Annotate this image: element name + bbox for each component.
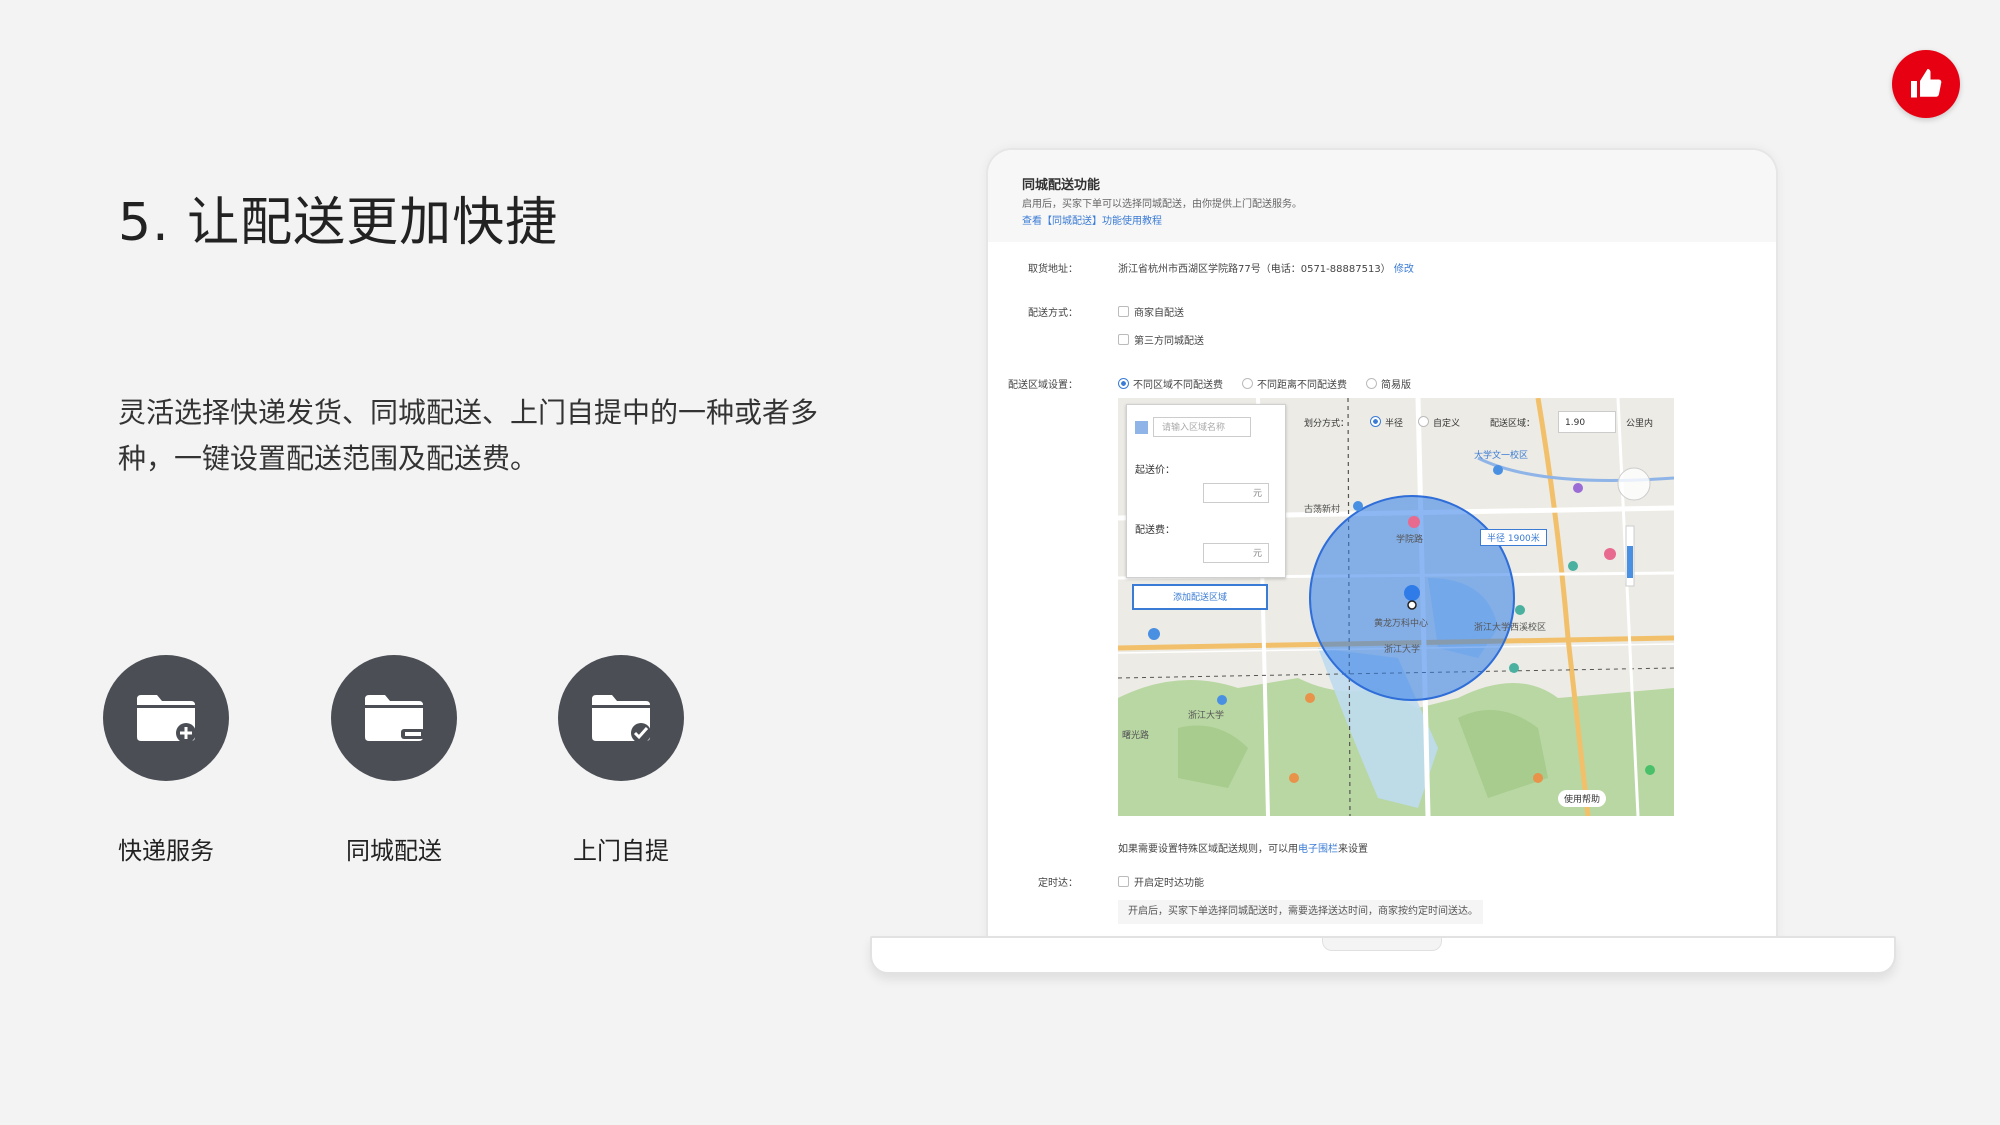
tutorial-link[interactable]: 查看【同城配送】功能使用教程 [1022,212,1162,227]
map-place-label: 浙江大学 [1188,711,1225,721]
screen-title: 同城配送功能 [1022,178,1101,193]
mode-label: 划分方式： [1304,419,1350,429]
address-label: 取货地址： [1028,264,1078,275]
folder-check-icon [592,695,651,743]
checkbox[interactable] [1118,306,1129,317]
radio[interactable] [1366,378,1377,389]
checkbox[interactable] [1118,334,1129,345]
address-value: 浙江省杭州市西湖区学院路77号（电话：0571-88887513） [1118,264,1391,275]
option-label: 简易版 [1381,380,1411,391]
zone-edit-panel: 请输入区域名称 起送价： 元 配送费： 元 [1126,404,1286,578]
feature-pickup[interactable]: 上门自提 [521,655,721,866]
laptop-notch [1322,938,1442,951]
radio-selected[interactable] [1118,378,1129,389]
page-title: 5. 让配送更加快捷 [118,193,559,253]
km-unit: 公里内 [1626,419,1654,429]
feature-circle [331,655,457,781]
fence-note: 如果需要设置特殊区域配送规则，可以用电子围栏来设置 [1118,840,1368,855]
option-label: 自定义 [1433,419,1461,429]
note-text: 如果需要设置特殊区域配送规则，可以用 [1118,844,1298,855]
mode-radius-option[interactable]: 半径 [1370,416,1403,429]
add-zone-button[interactable]: 添加配送区域 [1132,584,1268,610]
address-row: 浙江省杭州市西湖区学院路77号（电话：0571-88887513） 修改 [1118,260,1414,275]
third-party-delivery-option[interactable]: 第三方同城配送 [1118,332,1204,347]
zone-color-swatch[interactable] [1135,421,1148,434]
like-badge [1892,50,1960,118]
map-place-label: 大学文一校区 [1474,451,1529,461]
map-help-button[interactable]: 使用帮助 [1558,790,1607,807]
feature-circle [103,655,229,781]
option-label: 第三方同城配送 [1134,336,1204,347]
zone-option-by-distance[interactable]: 不同距离不同配送费 [1242,376,1347,391]
map-place-label: 古荡新村 [1304,505,1341,515]
feature-local-delivery[interactable]: 同城配送 [294,655,494,866]
feature-express[interactable]: 快递服务 [66,655,266,866]
min-price-label: 起送价： [1135,465,1175,476]
zone-label: 配送区域： [1490,419,1536,429]
note-text: 来设置 [1338,844,1368,855]
option-label: 半径 [1385,419,1404,429]
address-edit-link[interactable]: 修改 [1394,264,1414,275]
screen-header: 同城配送功能 启用后，买家下单可以选择同城配送，由你提供上门配送服务。 查看【同… [988,150,1776,242]
option-label: 不同距离不同配送费 [1257,380,1347,391]
zone-option-simple[interactable]: 简易版 [1366,376,1411,391]
page-description: 灵活选择快递发货、同城配送、上门自提中的一种或者多种，一键设置配送范围及配送费。 [118,396,819,475]
map-place-label: 曙光路 [1122,731,1150,741]
fee-input[interactable]: 元 [1203,543,1269,563]
radio[interactable] [1418,416,1429,427]
radius-km-input[interactable]: 1.90 [1558,411,1616,433]
delivery-method-label: 配送方式： [1028,308,1078,319]
mode-custom-option[interactable]: 自定义 [1418,416,1460,429]
option-label: 商家自配送 [1134,308,1184,319]
map-place-label: 学院路 [1396,535,1424,545]
folder-minus-icon [365,695,425,741]
fence-tool-link[interactable]: 电子围栏 [1298,844,1338,855]
option-label: 开启定时达功能 [1134,878,1204,889]
radio-selected[interactable] [1370,416,1381,427]
zone-option-by-area[interactable]: 不同区域不同配送费 [1118,376,1223,391]
feature-label: 上门自提 [573,837,669,865]
zone-settings-label: 配送区域设置： [1008,380,1078,391]
laptop-screen: 同城配送功能 启用后，买家下单可以选择同城配送，由你提供上门配送服务。 查看【同… [986,148,1778,940]
feature-label: 快递服务 [118,837,214,865]
radius-tag: 半径 1900米 [1480,529,1547,546]
min-price-input[interactable]: 元 [1203,483,1269,503]
map-place-label: 浙江大学 [1384,645,1421,655]
timed-label: 定时达： [1038,878,1078,889]
map-toolbar: 划分方式： 半径 自定义 配送区域： 1.90 公里内 [1304,410,1664,436]
screen-subtitle: 启用后，买家下单可以选择同城配送，由你提供上门配送服务。 [1022,199,1302,210]
feature-circle [558,655,684,781]
self-delivery-option[interactable]: 商家自配送 [1118,304,1184,319]
checkbox[interactable] [1118,876,1129,887]
feature-label: 同城配送 [346,837,442,865]
fee-label: 配送费： [1135,525,1175,536]
zone-name-input[interactable]: 请输入区域名称 [1153,417,1251,437]
option-label: 不同区域不同配送费 [1133,380,1223,391]
map-place-label: 浙江大学西溪校区 [1474,623,1547,633]
thumbs-up-icon [1911,69,1942,98]
radio[interactable] [1242,378,1253,389]
timed-hint: 开启后，买家下单选择同城配送时，需要选择送达时间，商家按约定时间送达。 [1118,900,1483,924]
map-place-label: 黄龙万科中心 [1374,619,1429,629]
delivery-map[interactable]: 请输入区域名称 起送价： 元 配送费： 元 添加配送区域 划分方式： 半径 自定… [1118,398,1674,816]
timed-option[interactable]: 开启定时达功能 [1118,874,1204,889]
folder-plus-icon [137,695,196,743]
